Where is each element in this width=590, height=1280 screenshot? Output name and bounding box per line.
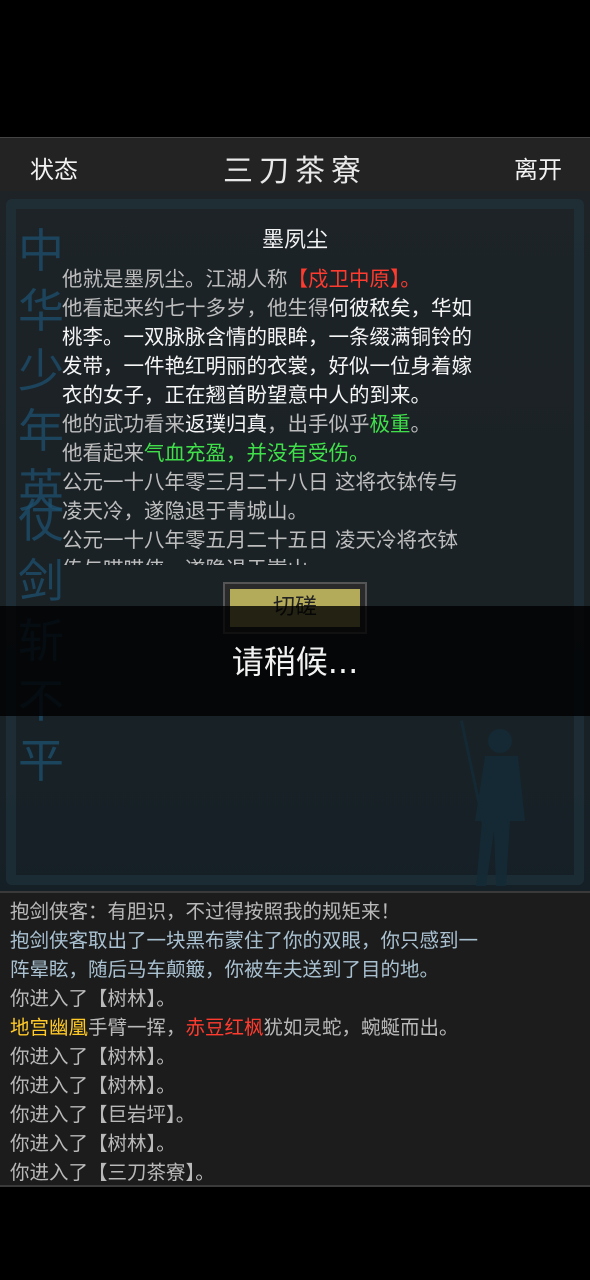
desc-line: 公元一十八年零三月二十八日 这将衣钵传与 bbox=[62, 470, 459, 494]
npc-description: 他就是墨夙尘。江湖人称【戍卫中原】。 他看起来约七十多岁，他生得何彼秾矣，华如 … bbox=[62, 265, 532, 565]
log-line: 你进入了【树林】。 bbox=[10, 1074, 176, 1097]
log-line: 你进入了【树林】。 bbox=[10, 1132, 176, 1155]
npc-title: 【戍卫中原】。 bbox=[287, 267, 421, 291]
loading-overlay: 请稍候... bbox=[0, 606, 590, 716]
desc-line: 发带，一件艳红明丽的衣裳，好似一位身着嫁 bbox=[62, 354, 472, 378]
log-line: 抱剑侠客：有胆识，不过得按照我的规矩来！ bbox=[10, 900, 401, 923]
desc-line: 凌天冷，遂隐退于青城山。 bbox=[62, 499, 308, 523]
log-line: 抱剑侠客取出了一块黑布蒙住了你的双眼，你只感到一 bbox=[10, 929, 479, 952]
log-line: 你进入了【巨岩坪】。 bbox=[10, 1103, 196, 1126]
desc-line: 公元一十八年零五月二十五日 凌天冷将衣钵 bbox=[62, 528, 459, 552]
log-line: 地宫幽凰手臂一挥，赤豆红枫犹如灵蛇，蜿蜒而出。 bbox=[10, 1016, 459, 1039]
loading-text: 请稍候... bbox=[231, 643, 359, 681]
desc-line: 他的武功看来返璞归真，出手似乎极重。 bbox=[62, 412, 431, 436]
desc-line: 桃李。一双脉脉含情的眼眸，一条缀满铜铃的 bbox=[62, 325, 472, 349]
message-log[interactable]: 抱剑侠客：有胆识，不过得按照我的规矩来！ 抱剑侠客取出了一块黑布蒙住了你的双眼，… bbox=[0, 891, 590, 1187]
log-line: 你进入了【树林】。 bbox=[10, 1045, 176, 1068]
desc-line: 他看起来气血充盈，并没有受伤。 bbox=[62, 441, 370, 465]
log-line: 阵晕眩，随后马车颠簸，你被车夫送到了目的地。 bbox=[10, 958, 440, 981]
warrior-silhouette-icon bbox=[460, 720, 525, 886]
log-line: 你进入了【三刀茶寮】。 bbox=[10, 1161, 215, 1184]
desc-line: 衣的女子，正在翘首盼望意中人的到来。 bbox=[62, 383, 431, 407]
top-bar: 状态 三刀茶寮 离开 bbox=[0, 137, 590, 192]
location-title: 三刀茶寮 bbox=[223, 154, 367, 189]
desc-line: 他就是墨夙尘。江湖人称【戍卫中原】。 bbox=[62, 267, 421, 291]
leave-button[interactable]: 离开 bbox=[514, 150, 562, 185]
desc-line: 传与喵喵侠，遂隐退于嵩山 bbox=[62, 555, 532, 565]
desc-line: 他看起来约七十多岁，他生得何彼秾矣，华如 bbox=[62, 296, 472, 320]
npc-name: 墨夙尘 bbox=[261, 228, 328, 253]
npc-panel: 中华少年英 仗剑斩不平 墨夙尘 他就是墨夙尘。江湖人称【戍卫中原】。 他看起来约… bbox=[0, 191, 590, 891]
bottom-area bbox=[0, 1187, 590, 1280]
log-line: 你进入了【树林】。 bbox=[10, 987, 176, 1010]
